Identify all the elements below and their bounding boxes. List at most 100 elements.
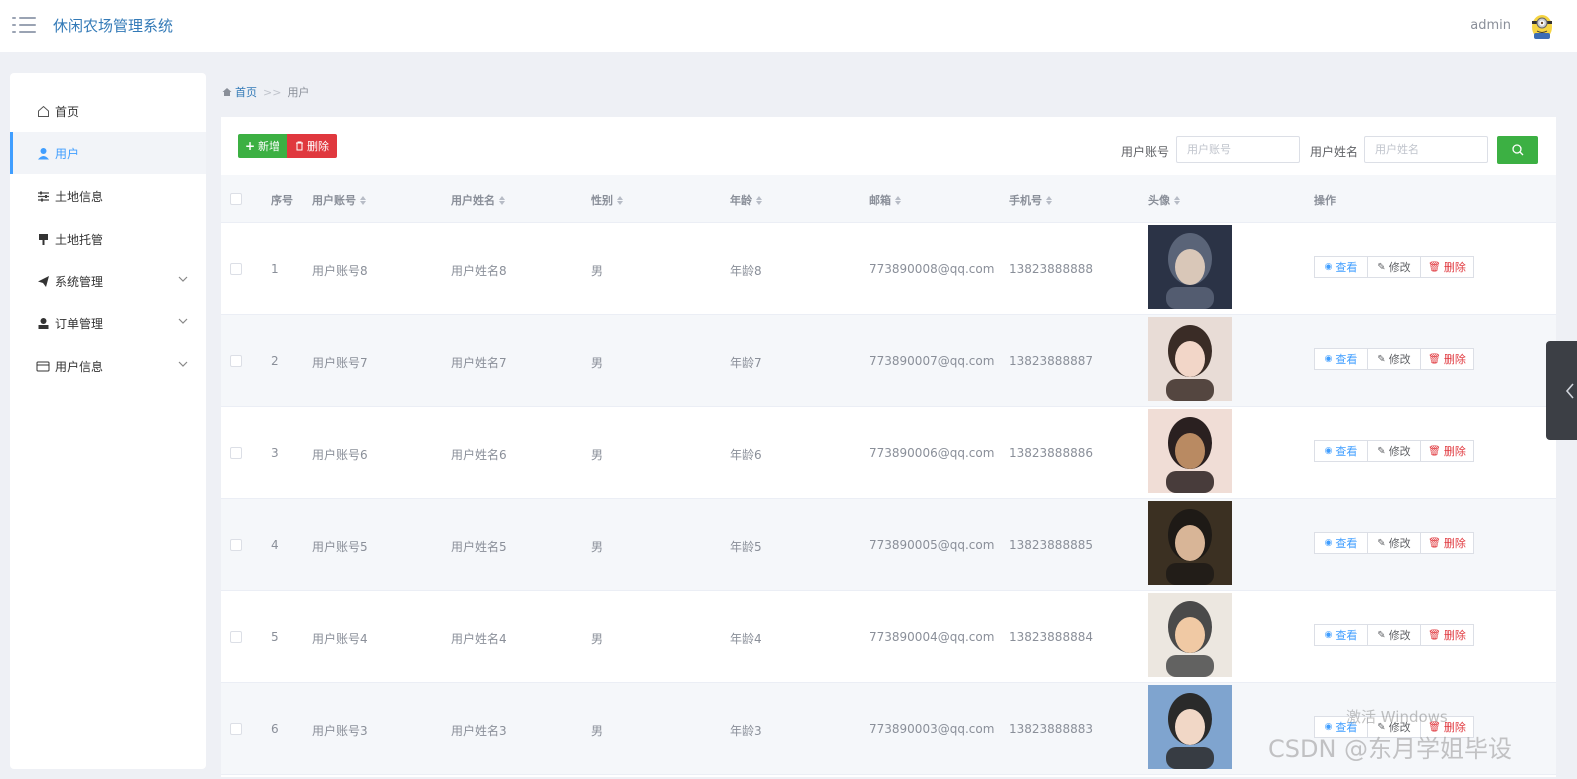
delete-button[interactable]: 🗑 删除 [1420, 348, 1474, 370]
table-row: 1 用户账号8 用户姓名8 男 年龄8 773890008@qq.com 138… [221, 223, 1556, 315]
sidebar-item-home[interactable]: 首页 [10, 90, 206, 132]
sidebar-item-label: 系统管理 [55, 274, 104, 289]
eye-icon: ◉ [1324, 354, 1333, 364]
edit-button[interactable]: ✎ 修改 [1367, 440, 1421, 462]
sidebar-item-land-info[interactable]: 土地信息 [10, 175, 206, 217]
edit-button[interactable]: ✎ 修改 [1367, 532, 1421, 554]
sidebar-item-label: 用户信息 [55, 359, 104, 374]
row-actions: ◉ 查看 ✎ 修改 🗑 删除 [1314, 348, 1474, 370]
chevron-down-icon [178, 276, 188, 282]
breadcrumb-current: 用户 [287, 86, 310, 99]
sidebar-item-label: 首页 [55, 104, 80, 119]
header-name[interactable]: 用户姓名 [451, 192, 505, 208]
cell-name: 用户姓名6 [451, 448, 507, 462]
chevron-down-icon [178, 361, 188, 367]
eye-icon: ◉ [1324, 630, 1333, 640]
select-all-checkbox[interactable] [230, 193, 242, 205]
cell-index: 4 [271, 538, 279, 552]
breadcrumb-separator: >> [263, 85, 282, 99]
trash-icon: 🗑 [1428, 445, 1441, 457]
sidebar-item-label: 土地托管 [55, 232, 104, 247]
account-search-input[interactable] [1176, 136, 1300, 163]
search-button[interactable] [1497, 136, 1538, 164]
header-gender[interactable]: 性别 [591, 192, 623, 208]
menu-toggle-icon[interactable] [12, 16, 36, 34]
stamp-icon [36, 232, 50, 246]
sidebar: 首页 用户 土地信息 土地托管 系统管理 订单管理 用户信息 [10, 73, 206, 769]
view-button[interactable]: ◉ 查看 [1314, 532, 1368, 554]
row-actions: ◉ 查看 ✎ 修改 🗑 删除 [1314, 256, 1474, 278]
header-age[interactable]: 年龄 [730, 192, 762, 208]
cell-email: 773890007@qq.com [869, 354, 995, 368]
delete-button[interactable]: 🗑 删除 [1420, 440, 1474, 462]
table-row: 5 用户账号4 用户姓名4 男 年龄4 773890004@qq.com 138… [221, 591, 1556, 683]
cell-email: 773890003@qq.com [869, 722, 995, 736]
chevron-down-icon [178, 318, 188, 324]
row-checkbox[interactable] [230, 263, 242, 275]
cell-age: 年龄7 [730, 356, 762, 370]
row-checkbox[interactable] [230, 723, 242, 735]
user-avatar-image[interactable] [1148, 501, 1232, 585]
table-row: 2 用户账号7 用户姓名7 男 年龄7 773890007@qq.com 138… [221, 315, 1556, 407]
cell-index: 1 [271, 262, 279, 276]
sort-icon [617, 195, 623, 205]
trash-icon: 🗑 [1428, 629, 1441, 641]
user-avatar-image[interactable] [1148, 593, 1232, 677]
cell-account: 用户账号7 [312, 356, 368, 370]
header-username[interactable]: admin [1470, 18, 1511, 33]
sidebar-item-land-custody[interactable]: 土地托管 [10, 218, 206, 260]
row-actions: ◉ 查看 ✎ 修改 🗑 删除 [1314, 624, 1474, 646]
row-checkbox[interactable] [230, 355, 242, 367]
sidebar-item-orders[interactable]: 订单管理 [10, 302, 206, 344]
eye-icon: ◉ [1324, 538, 1333, 548]
add-button[interactable]: + 新增 [238, 134, 287, 158]
user-avatar-image[interactable] [1148, 225, 1232, 309]
row-checkbox[interactable] [230, 631, 242, 643]
trash-icon: 🗑 [1428, 353, 1441, 365]
sidebar-item-user[interactable]: 用户 [10, 132, 206, 174]
cell-phone: 13823888888 [1009, 262, 1093, 276]
user-icon [36, 146, 50, 160]
row-actions: ◉ 查看 ✎ 修改 🗑 删除 [1314, 440, 1474, 462]
header-avatar[interactable]: 头像 [1148, 192, 1180, 208]
edit-button[interactable]: ✎ 修改 [1367, 624, 1421, 646]
edit-button[interactable]: ✎ 修改 [1367, 348, 1421, 370]
row-checkbox[interactable] [230, 539, 242, 551]
delete-button[interactable]: 🗑 删除 [1420, 532, 1474, 554]
breadcrumb-home[interactable]: 首页 [235, 84, 257, 100]
cell-gender: 男 [591, 264, 604, 278]
collapse-panel-tab[interactable] [1546, 341, 1577, 440]
content-panel: + 新增 删除 用户账号 用户姓名 序号 用户账号 用户姓名 性别 年龄 邮箱 … [221, 117, 1556, 777]
view-button[interactable]: ◉ 查看 [1314, 440, 1368, 462]
header-email[interactable]: 邮箱 [869, 192, 901, 208]
cell-account: 用户账号6 [312, 448, 368, 462]
name-search-input[interactable] [1364, 136, 1488, 163]
sidebar-item-system[interactable]: 系统管理 [10, 260, 206, 302]
cell-age: 年龄8 [730, 264, 762, 278]
delete-button[interactable]: 🗑 删除 [1420, 256, 1474, 278]
sidebar-item-label: 土地信息 [55, 189, 104, 204]
delete-button[interactable]: 🗑 删除 [1420, 624, 1474, 646]
view-button[interactable]: ◉ 查看 [1314, 624, 1368, 646]
batch-delete-button[interactable]: 删除 [287, 134, 337, 158]
user-avatar-image[interactable] [1148, 317, 1232, 401]
view-button[interactable]: ◉ 查看 [1314, 256, 1368, 278]
row-checkbox[interactable] [230, 447, 242, 459]
header-account[interactable]: 用户账号 [312, 192, 366, 208]
sidebar-item-user-info[interactable]: 用户信息 [10, 345, 206, 387]
header-phone[interactable]: 手机号 [1009, 192, 1052, 208]
cell-phone: 13823888883 [1009, 722, 1093, 736]
user-avatar-image[interactable] [1148, 685, 1232, 769]
row-actions: ◉ 查看 ✎ 修改 🗑 删除 [1314, 532, 1474, 554]
cell-account: 用户账号3 [312, 724, 368, 738]
home-icon [222, 88, 232, 96]
view-button[interactable]: ◉ 查看 [1314, 348, 1368, 370]
edit-button[interactable]: ✎ 修改 [1367, 256, 1421, 278]
cell-name: 用户姓名3 [451, 724, 507, 738]
cell-gender: 男 [591, 540, 604, 554]
user-avatar-image[interactable] [1148, 409, 1232, 493]
user-avatar[interactable] [1529, 12, 1555, 40]
add-button-label: 新增 [258, 140, 281, 153]
cell-age: 年龄5 [730, 540, 762, 554]
cell-gender: 男 [591, 448, 604, 462]
